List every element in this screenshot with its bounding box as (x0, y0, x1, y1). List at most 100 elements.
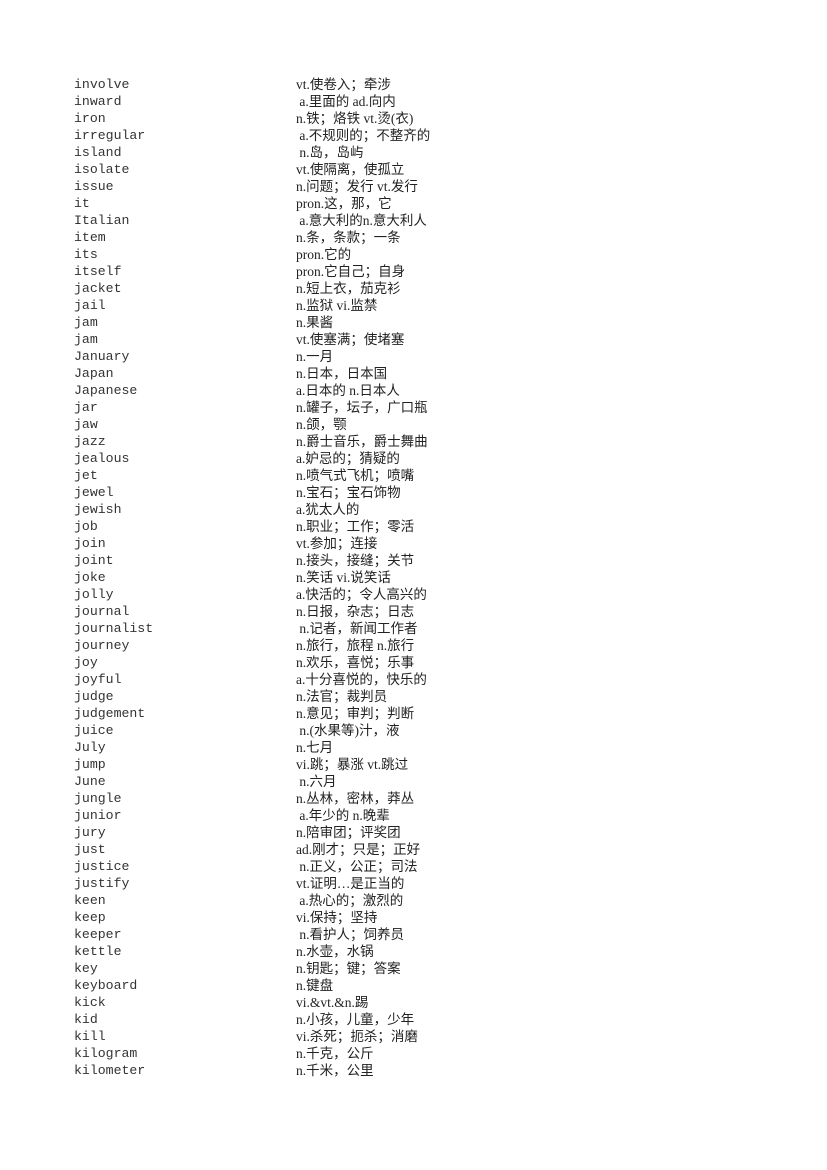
entry-definition: vt.证明…是正当的 (296, 876, 405, 891)
entry-definition: n.钥匙；键；答案 (296, 961, 401, 976)
entry-word: isolate (74, 162, 130, 177)
entry-word: jolly (74, 587, 114, 602)
entry-word: irregular (74, 128, 146, 143)
entry-word: jail (74, 298, 106, 313)
entry-word: Italian (74, 213, 130, 228)
entry-word: iron (74, 111, 106, 126)
entry-definition: n.丛林，密林，莽丛 (296, 791, 415, 806)
entry-word: keen (74, 893, 106, 908)
entry-word: jet (74, 468, 98, 483)
entry-definition: a.日本的 n.日本人 (296, 383, 400, 398)
entry-definition: vt.使卷入；牵涉 (296, 77, 391, 92)
entry-definition: n.水壶，水锅 (296, 944, 374, 959)
entry-word: item (74, 230, 106, 245)
entry-definition: n.六月 (296, 774, 337, 789)
entry-definition: n.颌，颚 (296, 417, 347, 432)
entry-word: June (74, 774, 106, 789)
entry-definition: n.记者，新闻工作者 (296, 621, 418, 636)
entry-definition: vt.参加；连接 (296, 536, 378, 551)
entry-word: jam (74, 332, 98, 347)
document-page: involve vt.使卷入；牵涉 inward a.里面的 ad.向内 iron n.… (0, 0, 827, 1170)
entry-word: junior (74, 808, 122, 823)
entry-word: journalist (74, 621, 154, 636)
entry-word: jazz (74, 434, 106, 449)
entry-word: judgement (74, 706, 146, 721)
entry-definition: vi.&vt.&n.踢 (296, 995, 369, 1010)
entry-word: Japanese (74, 383, 138, 398)
entry-word: kilometer (74, 1063, 146, 1078)
entry-word: journey (74, 638, 130, 653)
entry-definition: n.小孩，儿童，少年 (296, 1012, 415, 1027)
entry-word: juice (74, 723, 114, 738)
entry-definition: a.快活的；令人高兴的 (296, 587, 427, 602)
entry-definition: n.欢乐，喜悦；乐事 (296, 655, 415, 670)
entry-word: kick (74, 995, 106, 1010)
entry-word: joke (74, 570, 106, 585)
entry-word: joyful (74, 672, 122, 687)
entry-definition: n.监狱 vi.监禁 (296, 298, 378, 313)
entry-word: justice (74, 859, 130, 874)
entry-definition: n.喷气式飞机；喷嘴 (296, 468, 415, 483)
entry-word: keyboard (74, 978, 138, 993)
entry-definition: a.犹太人的 (296, 502, 360, 517)
entry-word: jealous (74, 451, 130, 466)
entry-word: involve (74, 77, 130, 92)
entry-definition: a.妒忌的；猜疑的 (296, 451, 400, 466)
entry-definition: n.条，条款；一条 (296, 230, 401, 245)
entry-definition: n.正义，公正；司法 (296, 859, 418, 874)
entry-word: January (74, 349, 130, 364)
entry-word: keep (74, 910, 106, 925)
entry-word: key (74, 961, 98, 976)
entry-word: joint (74, 553, 114, 568)
entry-word: its (74, 247, 98, 262)
entry-definition: vi.跳；暴涨 vt.跳过 (296, 757, 409, 772)
entry-definition: a.年少的 n.晚辈 (296, 808, 390, 823)
entry-word: jacket (74, 281, 122, 296)
entry-definition: n.旅行，旅程 n.旅行 (296, 638, 415, 653)
entry-definition: n.键盘 (296, 978, 334, 993)
entry-definition: n.意见；审判；判断 (296, 706, 415, 721)
entry-definition: vi.保持；坚持 (296, 910, 378, 925)
entry-definition: n.接头，接缝；关节 (296, 553, 415, 568)
entry-definition: n.一月 (296, 349, 334, 364)
entry-word: kilogram (74, 1046, 138, 1061)
entry-definition: a.里面的 ad.向内 (296, 94, 396, 109)
entry-definition: n.笑话 vi.说笑话 (296, 570, 391, 585)
entry-definition: pron.这，那，它 (296, 196, 392, 211)
entry-definition: n.七月 (296, 740, 334, 755)
entry-definition: n.日报，杂志；日志 (296, 604, 415, 619)
entry-definition: n.问题；发行 vt.发行 (296, 179, 418, 194)
entry-word: kill (74, 1029, 106, 1044)
entry-definition: vt.使隔离，使孤立 (296, 162, 405, 177)
entry-word: kid (74, 1012, 98, 1027)
entry-word: justify (74, 876, 130, 891)
entry-definition: vt.使塞满；使堵塞 (296, 332, 405, 347)
entry-definition: n.陪审团；评奖团 (296, 825, 401, 840)
entry-word: it (74, 196, 90, 211)
entry-definition: n.看护人；饲养员 (296, 927, 404, 942)
entry-definition: n.职业；工作；零活 (296, 519, 415, 534)
entry-definition: n.千克，公斤 (296, 1046, 374, 1061)
entry-word: July (74, 740, 106, 755)
entry-definition: n.(水果等)汁，液 (296, 723, 400, 738)
entry-definition: a.不规则的；不整齐的 (296, 128, 431, 143)
entry-definition: n.法官；裁判员 (296, 689, 388, 704)
entry-word: kettle (74, 944, 122, 959)
entry-word: jar (74, 400, 98, 415)
entry-definition: vi.杀死；扼杀；消磨 (296, 1029, 418, 1044)
entry-definition: n.果酱 (296, 315, 334, 330)
entry-word: keeper (74, 927, 122, 942)
entry-definition: a.意大利的n.意大利人 (296, 213, 427, 228)
entry-definition: pron.它自己；自身 (296, 264, 406, 279)
entry-definition: n.千米，公里 (296, 1063, 374, 1078)
entry-definition: n.爵士音乐，爵士舞曲 (296, 434, 428, 449)
entry-definition: pron.它的 (296, 247, 352, 262)
entry-word: join (74, 536, 106, 551)
entry-word: judge (74, 689, 114, 704)
entry-word: jewish (74, 502, 122, 517)
entry-word: jungle (74, 791, 122, 806)
entry-word: job (74, 519, 98, 534)
entry-word: issue (74, 179, 114, 194)
entry-word: jury (74, 825, 106, 840)
entry-word: jewel (74, 485, 114, 500)
